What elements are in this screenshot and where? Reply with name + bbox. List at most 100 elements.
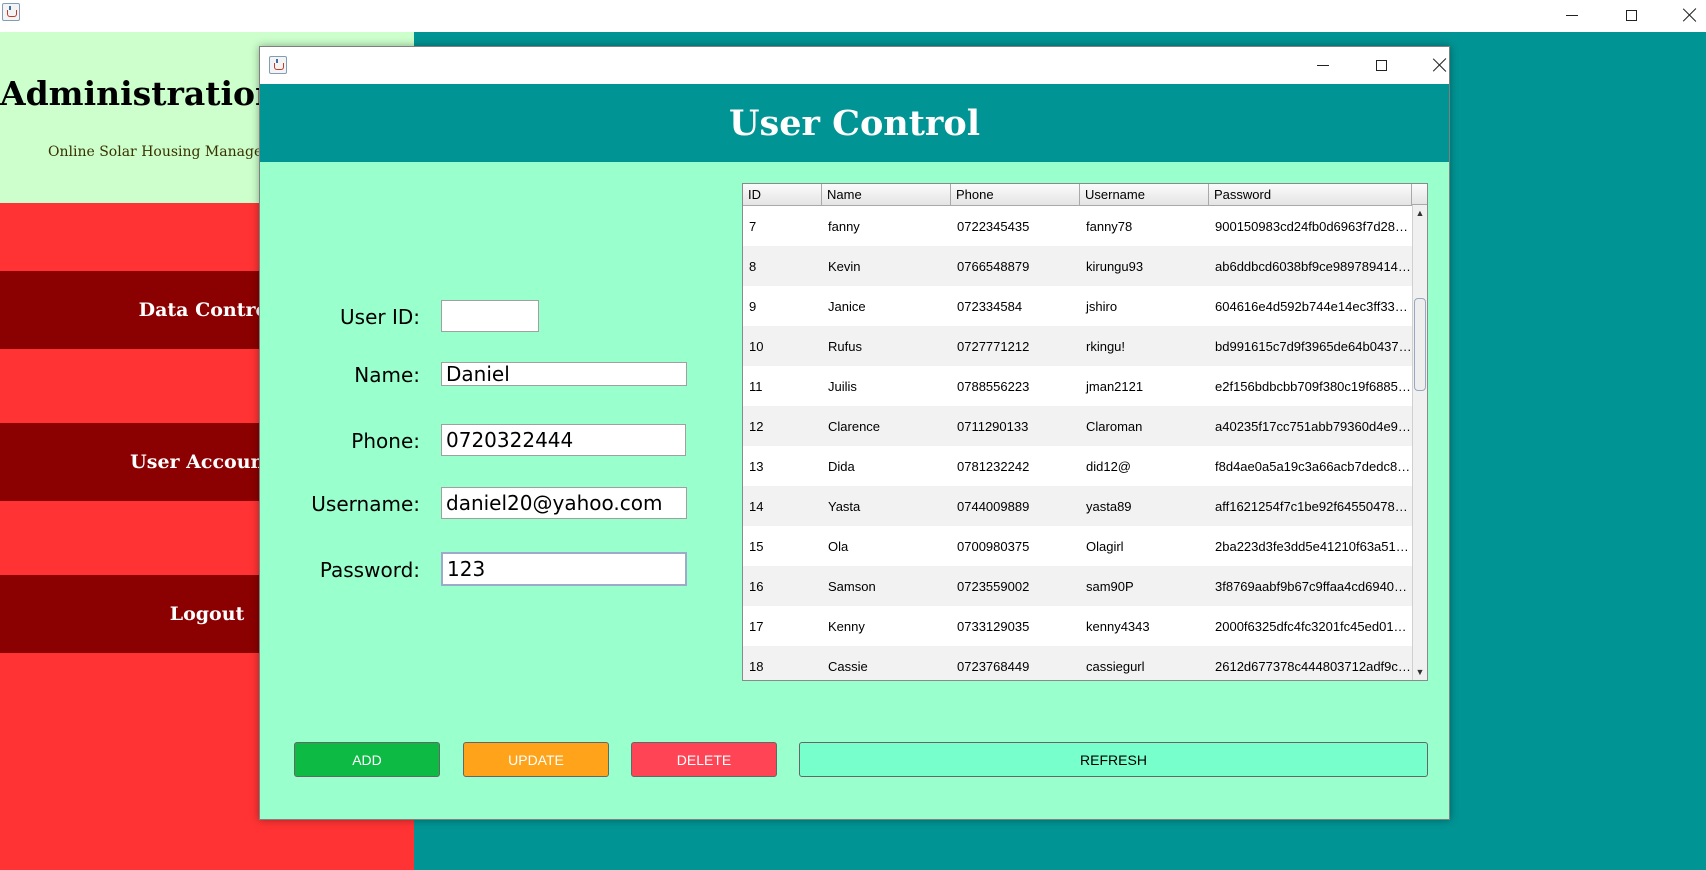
cell-id: 17 [749,618,764,634]
phone-label: Phone: [351,429,420,453]
java-app-icon [2,3,20,21]
table-body: 7 fanny 0722345435 fanny78 900150983cd24fb0d… [743,206,1412,680]
cell-password: 2000f6325dfc4fc3201fc45ed01c7... [1215,618,1412,634]
table-row[interactable]: 14 Yasta 0744009889 yasta89 aff1621254f7c1be… [743,486,1412,526]
cell-name: Kevin [828,258,861,274]
cell-username: yasta89 [1086,498,1132,514]
cell-phone: 0744009889 [957,498,1030,514]
column-header-name[interactable]: Name [822,184,951,205]
cell-phone: 0788556223 [957,378,1030,394]
scroll-down-arrow-icon[interactable]: ▼ [1413,664,1427,680]
table-row[interactable]: 17 Kenny 0733129035 kenny4343 2000f6325dfc4f… [743,606,1412,646]
cell-password: aff1621254f7c1be92f64550478c... [1215,498,1412,514]
user-id-label: User ID: [340,305,420,329]
cell-phone: 0711290133 [957,418,1029,434]
table-row[interactable]: 12 Clarence 0711290133 Claroman a40235f17cc7… [743,406,1412,446]
main-maximize-button[interactable] [1611,0,1651,30]
cell-password: f8d4ae0a5a19c3a66acb7dedc82... [1215,458,1412,474]
name-input[interactable] [441,362,687,386]
main-window-titlebar [0,0,1706,32]
cell-username: jshiro [1086,298,1118,314]
cell-name: Samson [828,578,876,594]
cell-phone: 0781232242 [957,458,1030,474]
column-header-username[interactable]: Username [1080,184,1209,205]
table-row[interactable]: 16 Samson 0723559002 sam90P 3f8769aabf9b67c9… [743,566,1412,606]
cell-password: a40235f17cc751abb79360d4e9e... [1215,418,1412,434]
cell-id: 8 [749,258,757,274]
cell-username: did12@ [1086,458,1132,474]
table-row[interactable]: 7 fanny 0722345435 fanny78 900150983cd24fb0d… [743,206,1412,246]
dialog-minimize-button[interactable] [1303,50,1343,80]
cell-name: Janice [828,298,866,314]
cell-name: Yasta [828,498,861,514]
table-header: ID Name Phone Username Password [743,184,1412,206]
cell-id: 11 [749,378,763,394]
cell-name: fanny [828,218,860,234]
refresh-button[interactable]: REFRESH [799,742,1428,777]
dialog-maximize-button[interactable] [1361,50,1401,80]
scroll-thumb[interactable] [1414,298,1426,391]
table-row[interactable]: 11 Juilis 0788556223 jman2121 e2f156bdbcbb70… [743,366,1412,406]
cell-phone: 0723768449 [957,658,1030,674]
cell-password: 3f8769aabf9b67c9ffaa4cd69404... [1215,578,1412,594]
table-row[interactable]: 15 Ola 0700980375 Olagirl 2ba223d3fe3dd5e412… [743,526,1412,566]
cell-id: 13 [749,458,764,474]
user-control-dialog: User Control User ID: Name: Phone: Usern… [259,46,1450,820]
admin-title: Administration [0,74,280,113]
table-row[interactable]: 10 Rufus 0727771212 rkingu! bd991615c7d9f396… [743,326,1412,366]
cell-name: Juilis [828,378,857,394]
close-icon [1683,8,1697,22]
delete-button[interactable]: DELETE [631,742,777,777]
column-header-phone[interactable]: Phone [951,184,1080,205]
main-minimize-button[interactable] [1552,0,1592,30]
phone-input[interactable] [441,424,686,456]
cell-phone: 0722345435 [957,218,1030,234]
cell-name: Kenny [828,618,865,634]
cell-username: jman2121 [1086,378,1144,394]
table-row[interactable]: 18 Cassie 0723768449 cassiegurl 2612d677378c… [743,646,1412,680]
cell-username: kirungu93 [1086,258,1144,274]
password-input[interactable] [441,552,687,586]
table-row[interactable]: 8 Kevin 0766548879 kirungu93 ab6ddbcd6038bf9… [743,246,1412,286]
cell-username: rkingu! [1086,338,1126,354]
dialog-close-button[interactable] [1420,50,1460,80]
cell-id: 12 [749,418,764,434]
cell-name: Clarence [828,418,881,434]
cell-username: Olagirl [1086,538,1124,554]
cell-name: Cassie [828,658,868,674]
cell-phone: 0733129035 [957,618,1030,634]
column-header-id[interactable]: ID [743,184,822,205]
username-input[interactable] [441,487,687,519]
cell-id: 14 [749,498,764,514]
cell-phone: 0723559002 [957,578,1030,594]
main-close-button[interactable] [1670,0,1706,30]
table-header-corner [1412,184,1427,205]
cell-name: Ola [828,538,849,554]
cell-password: e2f156bdbcbb709f380c19f6885d... [1215,378,1412,394]
users-table[interactable]: ID Name Phone Username Password 7 fanny 07… [742,183,1428,681]
username-label: Username: [311,492,420,516]
cell-name: Dida [828,458,855,474]
cell-password: 900150983cd24fb0d6963f7d28e... [1215,218,1412,234]
cell-phone: 072334584 [957,298,1023,314]
password-label: Password: [319,558,420,582]
scroll-up-arrow-icon[interactable]: ▲ [1413,205,1427,221]
cell-password: 2ba223d3fe3dd5e41210f63a51a... [1215,538,1412,554]
java-app-icon [269,56,287,74]
cell-phone: 0727771212 [957,338,1030,354]
minimize-icon [1566,14,1578,16]
dialog-titlebar [260,47,1449,84]
user-id-input[interactable] [441,300,539,332]
cell-password: bd991615c7d9f3965de64b04375... [1215,338,1412,354]
cell-username: cassiegurl [1086,658,1145,674]
update-button[interactable]: UPDATE [463,742,609,777]
cell-password: 604616e4d592b744e14ec3ff332... [1215,298,1412,314]
cell-username: fanny78 [1086,218,1133,234]
table-row[interactable]: 13 Dida 0781232242 did12@ f8d4ae0a5a19c3a66a… [743,446,1412,486]
maximize-icon [1625,9,1637,21]
table-scrollbar[interactable]: ▲ ▼ [1412,205,1427,680]
column-header-password[interactable]: Password [1209,184,1412,205]
add-button[interactable]: ADD [294,742,440,777]
table-row[interactable]: 9 Janice 072334584 jshiro 604616e4d592b744e1… [743,286,1412,326]
maximize-icon [1375,59,1387,71]
